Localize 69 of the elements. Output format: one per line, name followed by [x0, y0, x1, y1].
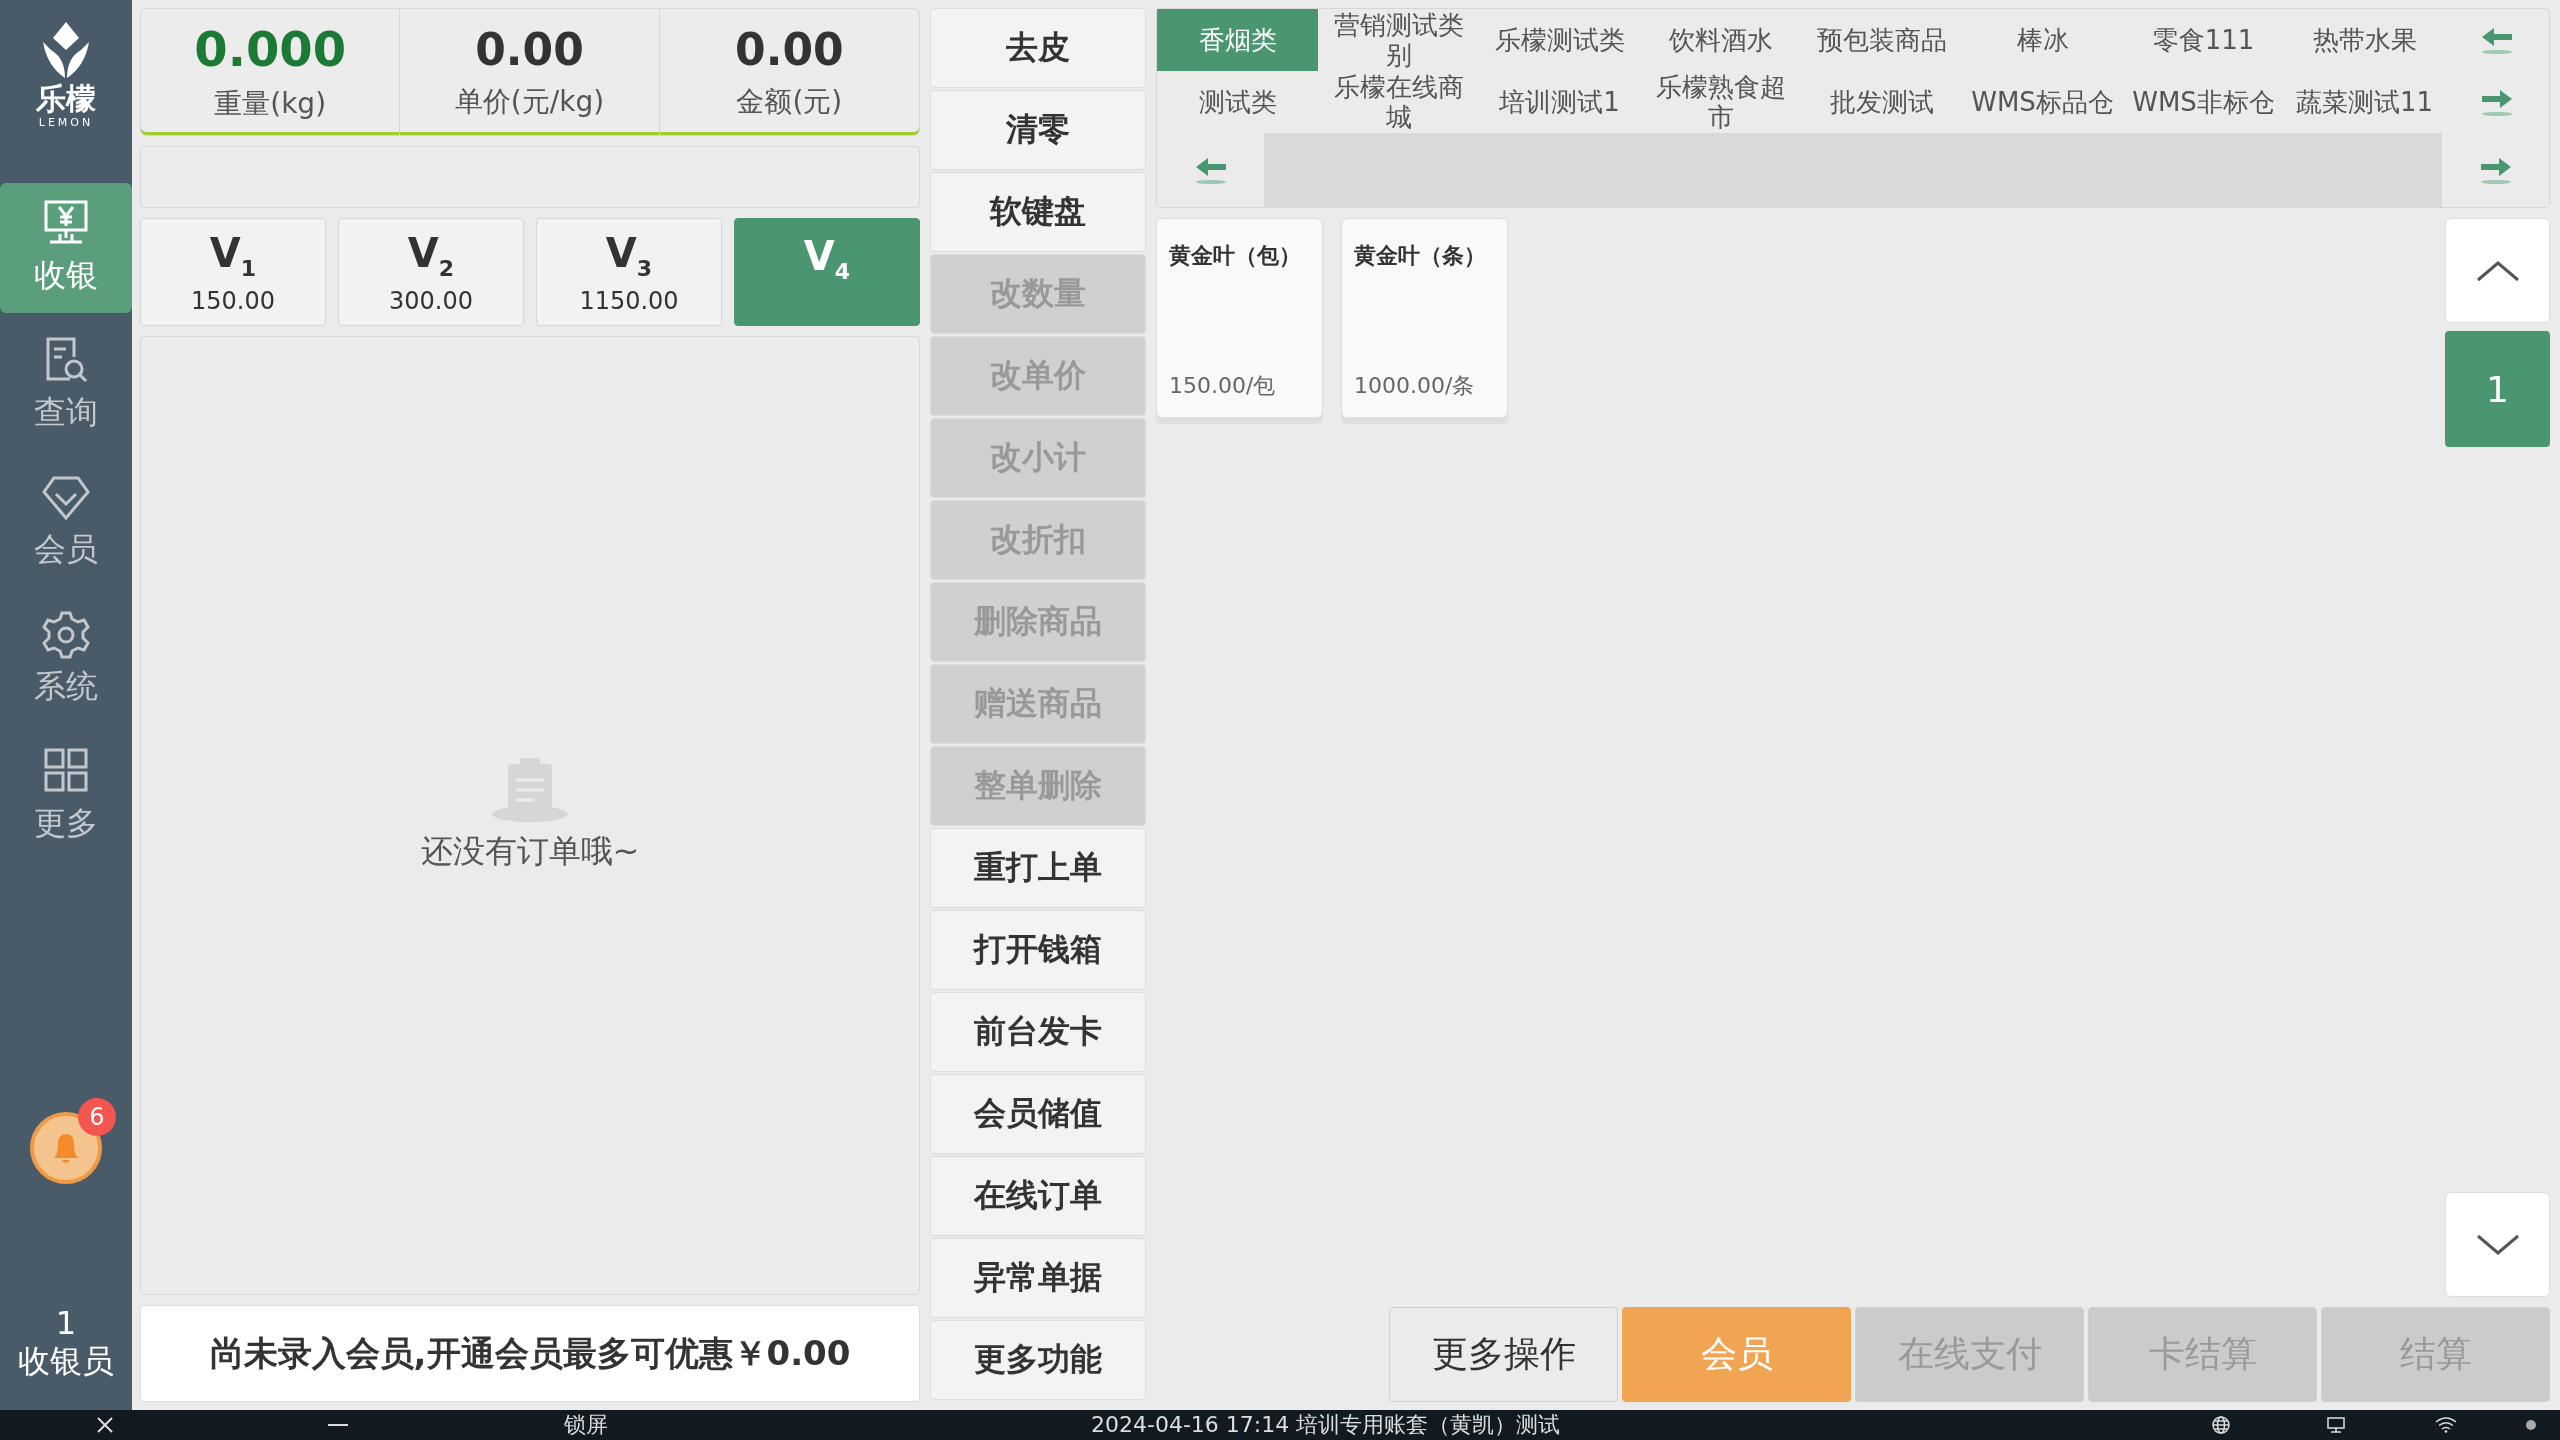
logo-text: 乐檬 — [36, 82, 96, 116]
product-price: 150.00/包 — [1169, 372, 1277, 400]
right-arrow-icon — [2480, 87, 2514, 117]
function-button[interactable]: 前台发卡 — [930, 992, 1146, 1072]
member-discount-notice: 尚未录入会员,开通会员最多可优惠￥0.00 — [140, 1305, 920, 1402]
price-level-button[interactable]: V$_{4}$ — [734, 218, 920, 326]
product-price: 1000.00/条 — [1354, 372, 1476, 400]
left-arrow-icon — [1193, 155, 1228, 185]
category-tab[interactable]: 棒冰 — [1962, 9, 2123, 71]
category-tab[interactable]: 零食111 — [2123, 9, 2284, 71]
category-tab[interactable]: 营销测试类别 — [1318, 9, 1479, 71]
chevron-down-icon — [2474, 1232, 2521, 1257]
action-button[interactable]: 更多操作 — [1389, 1307, 1618, 1402]
scale-value: 0.000 — [194, 21, 347, 77]
nav-item[interactable]: 查询 — [0, 320, 132, 450]
scale-label: 重量(kg) — [214, 86, 327, 122]
wifi-icon — [2435, 1417, 2457, 1433]
function-button[interactable]: 清零 — [930, 90, 1146, 170]
category-tab[interactable]: WMS标品仓 — [1962, 71, 2123, 133]
scale-value: 0.00 — [735, 23, 844, 75]
function-button[interactable]: 更多功能 — [930, 1320, 1146, 1400]
minimize-icon — [328, 1423, 348, 1427]
scale-label: 单价(元/kg) — [454, 83, 605, 120]
category-tab[interactable]: 预包装商品 — [1801, 9, 1962, 71]
function-button[interactable]: 软键盘 — [930, 172, 1146, 252]
globe-icon — [2211, 1415, 2231, 1435]
category-tab[interactable]: 乐檬在线商城 — [1318, 71, 1479, 133]
function-button[interactable]: 打开钱箱 — [930, 910, 1146, 990]
category-tab[interactable]: 蔬菜测试11 — [2284, 71, 2445, 133]
price-level-button[interactable]: V$_{3}$ 1150.00 — [536, 218, 722, 326]
cashier-role: 收银员 — [18, 1342, 114, 1380]
price-level-button[interactable]: V$_{1}$ 150.00 — [140, 218, 326, 326]
category-tab[interactable]: 香烟类 — [1157, 9, 1318, 71]
empty-state-text: 还没有订单哦~ — [420, 830, 640, 872]
function-button[interactable]: 会员储值 — [930, 1074, 1146, 1154]
category-tab[interactable]: 饮料酒水 — [1640, 9, 1801, 71]
scale-label: 金额(元) — [736, 83, 843, 120]
function-button[interactable]: 在线订单 — [930, 1156, 1146, 1236]
scale-value: 0.00 — [475, 23, 584, 75]
category-tab[interactable]: 测试类 — [1157, 71, 1318, 133]
function-button[interactable]: 去皮 — [930, 8, 1146, 88]
page-number: 1 — [2445, 331, 2550, 447]
monitor-icon — [2326, 1416, 2346, 1434]
category-tab[interactable]: 乐檬测试类 — [1479, 9, 1640, 71]
category-tab[interactable]: WMS非标仓 — [2123, 71, 2284, 133]
cashier-number: 1 — [55, 1304, 77, 1342]
status-text: 2024-04-16 17:14 培训专用账套（黄凯）测试 — [1090, 1411, 1561, 1439]
lock-screen-button[interactable]: 锁屏 — [564, 1410, 608, 1440]
function-button[interactable]: 异常单据 — [930, 1238, 1146, 1318]
category-tab[interactable]: 批发测试 — [1801, 71, 1962, 133]
category-tab[interactable]: 热带水果 — [2284, 9, 2445, 71]
nav-item[interactable]: 收银 — [0, 183, 132, 313]
category-tab[interactable]: 乐檬熟食超市 — [1640, 71, 1801, 133]
chevron-up-icon — [2474, 258, 2521, 283]
product-name: 黄金叶（包） — [1169, 242, 1302, 270]
price-level-button[interactable]: V$_{2}$ 300.00 — [338, 218, 524, 326]
left-arrow-icon — [2480, 25, 2514, 55]
close-icon — [96, 1416, 114, 1434]
category-tab[interactable]: 培训测试1 — [1479, 71, 1640, 133]
status-dot-icon — [2525, 1420, 2536, 1430]
nav-item[interactable]: 系统 — [0, 594, 132, 724]
product-name: 黄金叶（条） — [1354, 242, 1487, 270]
notification-badge: 6 — [78, 1098, 116, 1136]
settings-icon — [40, 609, 92, 659]
right-arrow-icon — [2478, 155, 2513, 185]
function-button[interactable]: 重打上单 — [930, 828, 1146, 908]
logo-tagline: LEMON — [38, 116, 94, 129]
nav-item[interactable]: 更多 — [0, 731, 132, 861]
nav-item[interactable]: 会员 — [0, 457, 132, 587]
